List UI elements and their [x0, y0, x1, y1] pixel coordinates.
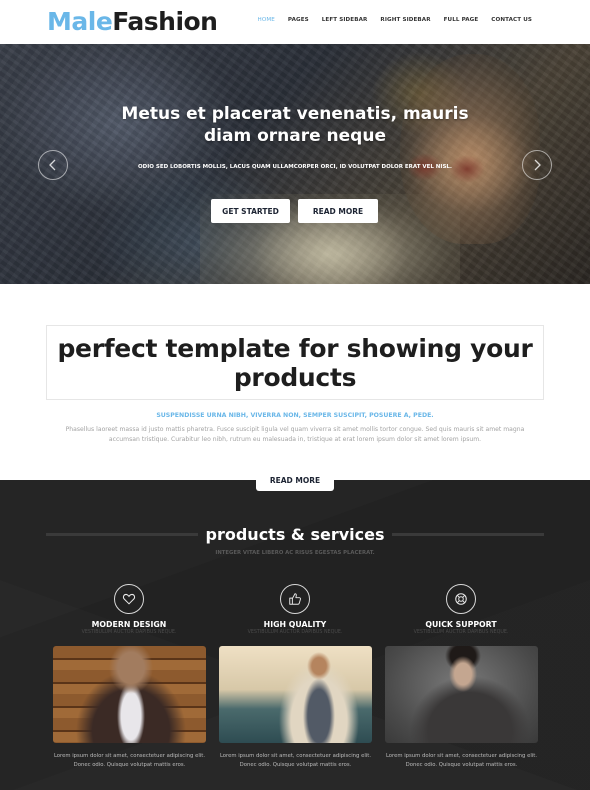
feature-subtitle: VESTIBULUM AUCTOR DAPIBUS NEQUE.: [413, 630, 509, 635]
hero-subtitle: ODIO SED LOBORTIS MOLLIS, LACUS QUAM ULL…: [137, 164, 452, 170]
intro-read-more-button[interactable]: READ MORE: [256, 470, 334, 491]
intro-title: perfect template for showing your produc…: [57, 334, 533, 392]
feature-title: QUICK SUPPORT: [425, 620, 497, 629]
logo-part-fashion: Fashion: [112, 7, 218, 36]
product-caption: Lorem ipsum dolor sit amet, consectetuer…: [385, 753, 538, 768]
product-caption: Lorem ipsum dolor sit amet, consectetuer…: [219, 753, 372, 768]
product-image-grey-sweater[interactable]: [385, 646, 538, 743]
feature-quick-support: QUICK SUPPORT VESTIBULUM AUCTOR DAPIBUS …: [378, 584, 544, 635]
feature-subtitle: VESTIBULUM AUCTOR DAPIBUS NEQUE.: [247, 630, 343, 635]
feature-title: MODERN DESIGN: [91, 620, 167, 629]
chevron-left-icon: [49, 159, 56, 171]
feature-title: HIGH QUALITY: [263, 620, 327, 629]
nav-right-sidebar[interactable]: RIGHT SIDEBAR: [380, 17, 430, 23]
slider-prev-button[interactable]: [38, 150, 68, 180]
hero-title: Metus et placerat venenatis, mauris diam…: [121, 104, 469, 146]
slider-next-button[interactable]: [522, 150, 552, 180]
logo-part-male: Male: [47, 7, 113, 36]
feature-icon-circle: [280, 584, 310, 614]
divider-right: [392, 533, 544, 536]
feature-icon-circle: [446, 584, 476, 614]
hero-slider: Metus et placerat venenatis, mauris diam…: [0, 44, 590, 284]
chevron-right-icon: [534, 159, 541, 171]
nav-left-sidebar[interactable]: LEFT SIDEBAR: [322, 17, 368, 23]
lifebuoy-icon: [455, 593, 467, 605]
main-nav: HOME PAGES LEFT SIDEBAR RIGHT SIDEBAR FU…: [245, 17, 532, 23]
feature-high-quality: HIGH QUALITY VESTIBULUM AUCTOR DAPIBUS N…: [212, 584, 378, 635]
product-caption: Lorem ipsum dolor sit amet, consectetuer…: [53, 753, 206, 768]
product-image-beige-jacket[interactable]: [219, 646, 372, 743]
nav-contact-us[interactable]: CONTACT US: [491, 17, 532, 23]
site-header: MaleFashion HOME PAGES LEFT SIDEBAR RIGH…: [0, 0, 590, 44]
intro-text: Phasellus laoreet massa id justo mattis …: [65, 426, 525, 443]
services-subtitle: INTEGER VITAE LIBERO AC RISUS EGESTAS PL…: [215, 550, 375, 556]
nav-pages[interactable]: PAGES: [288, 17, 309, 23]
logo[interactable]: MaleFashion: [47, 5, 218, 39]
nav-home[interactable]: HOME: [258, 17, 275, 23]
intro-tagline: SUSPENDISSE URNA NIBH, VIVERRA NON, SEMP…: [156, 412, 434, 419]
nav-full-page[interactable]: FULL PAGE: [444, 17, 479, 23]
heart-icon: [122, 593, 136, 605]
services-title: products & services: [205, 525, 385, 544]
hero-read-more-button[interactable]: READ MORE: [298, 199, 378, 223]
feature-subtitle: VESTIBULUM AUCTOR DAPIBUS NEQUE.: [81, 630, 177, 635]
feature-icon-circle: [114, 584, 144, 614]
divider-left: [46, 533, 198, 536]
intro-headline-box: perfect template for showing your produc…: [46, 325, 544, 400]
feature-modern-design: MODERN DESIGN VESTIBULUM AUCTOR DAPIBUS …: [46, 584, 212, 635]
get-started-button[interactable]: GET STARTED: [211, 199, 290, 223]
product-image-brown-blazer[interactable]: [53, 646, 206, 743]
thumbs-up-icon: [289, 593, 301, 605]
